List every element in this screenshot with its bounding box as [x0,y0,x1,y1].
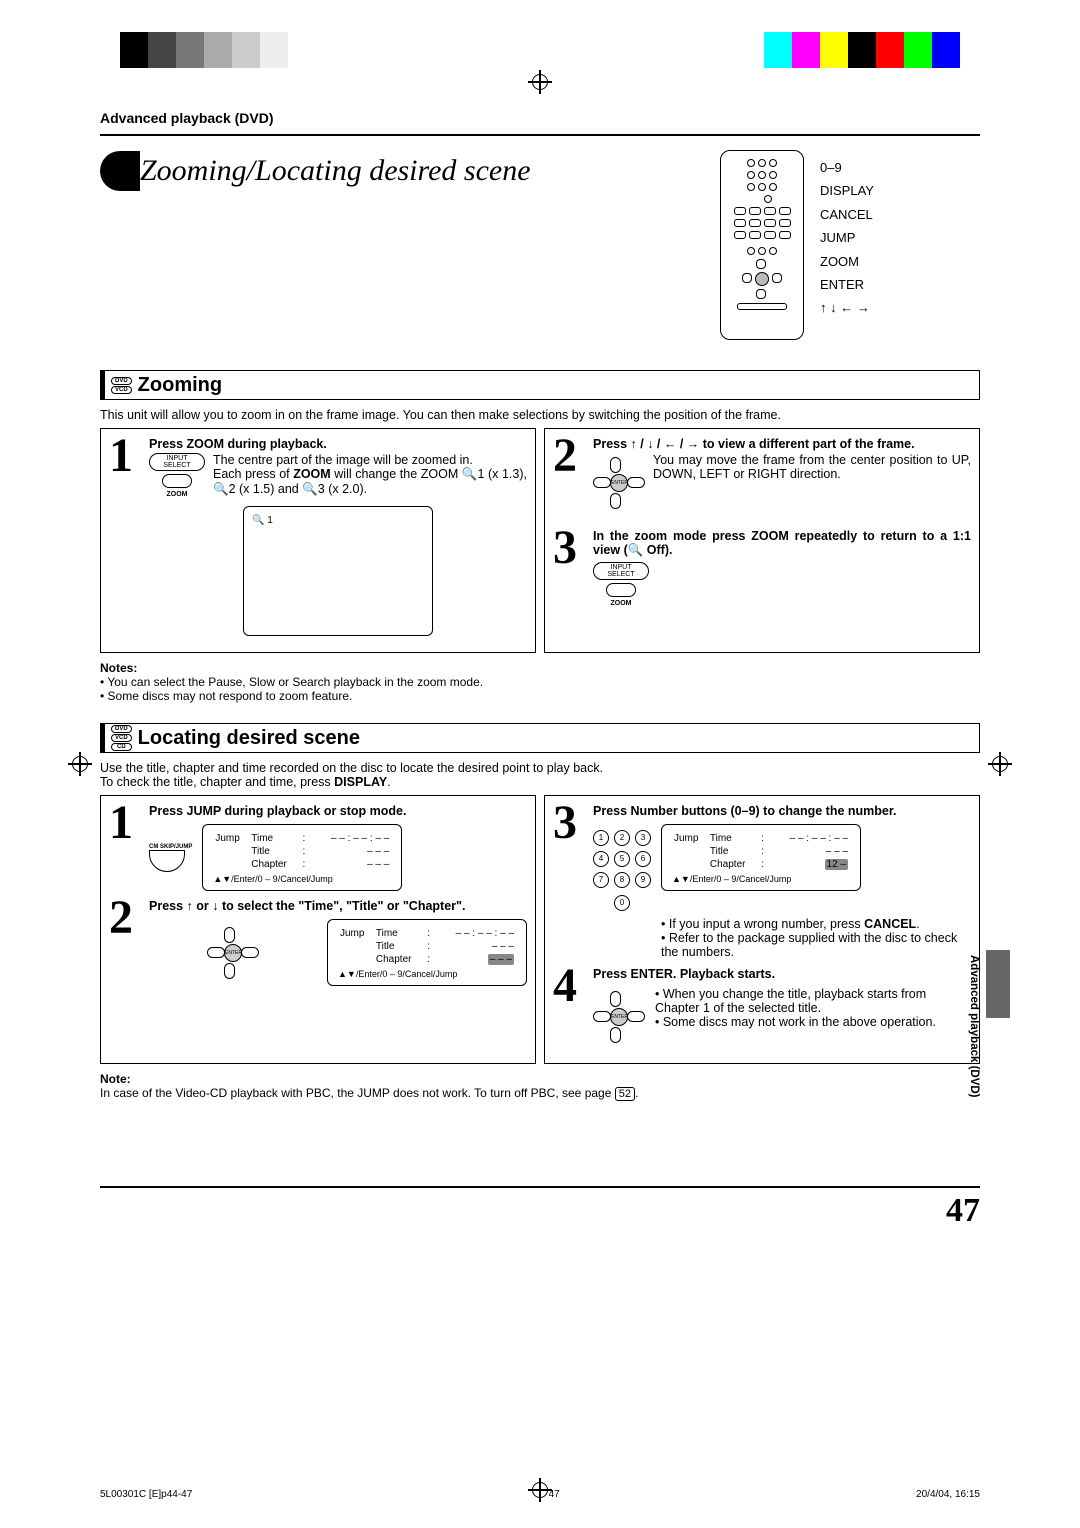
zooming-intro: This unit will allow you to zoom in on t… [100,408,980,422]
zooming-heading: Zooming [138,372,222,399]
section-zooming-header: DVD VCD Zooming [100,370,980,400]
side-section-label: Advanced playback (DVD) [968,955,980,1098]
locating-left-column: 1 Press JUMP during playback or stop mod… [100,795,536,1064]
page-content: Advanced playback (DVD) Zooming/Locating… [100,110,980,1100]
locating-heading: Locating desired scene [138,725,360,752]
footer-page: 47 [549,1489,560,1500]
footer: 5L00301C [E]p44-47 47 20/4/04, 16:15 [100,1489,980,1500]
locating-right-column: 3 Press Number buttons (0–9) to change t… [544,795,980,1064]
dpad-icon: ENTER [593,991,645,1043]
zoom-button-icon: INPUT SELECT ZOOM [593,562,649,607]
locating-intro: Use the title, chapter and time recorded… [100,761,980,789]
footer-timestamp: 20/4/04, 16:15 [916,1489,980,1500]
osd-display: JumpTime:– – : – – : – – Title:– – – Cha… [661,824,861,891]
registration-mark-top [528,70,552,94]
header-section-label: Advanced playback (DVD) [100,110,980,126]
locating-note: Note: In case of the Video-CD playback w… [100,1072,980,1100]
osd-display: JumpTime:– – : – – : – – Title:– – – Cha… [202,824,402,891]
page-title: Zooming/Locating desired scene [100,150,541,192]
dpad-icon: ENTER [593,457,645,509]
remote-icon [720,150,804,340]
osd-display: JumpTime:– – : – – : – – Title:– – – Cha… [327,919,527,986]
zoom-button-icon: INPUT SELECT ZOOM [149,453,205,498]
step-number-3: 3 [553,529,585,607]
zooming-left-column: 1 Press ZOOM during playback. INPUT SELE… [100,428,536,653]
step-number-2: 2 [109,899,141,986]
step-number-2: 2 [553,437,585,513]
zoom-screen-preview: 🔍 1 [243,506,433,636]
remote-diagram: 0–9 DISPLAY CANCEL JUMP ZOOM ENTER ↑ ↓ ←… [720,150,980,350]
dpad-icon: ENTER [207,927,259,979]
registration-mark-right [988,752,1012,776]
zooming-right-column: 2 Press ↑ / ↓ / ← / → to view a differen… [544,428,980,653]
remote-button-labels: 0–9 DISPLAY CANCEL JUMP ZOOM ENTER ↑ ↓ ←… [820,156,874,320]
header-rule [100,134,980,136]
step-number-1: 1 [109,437,141,636]
jump-button-icon: CM SKIP/JUMP [149,844,192,872]
side-tab-marker [986,950,1010,1018]
print-color-bars [0,32,1080,68]
number-pad-icon: 123 456 789 0 [593,824,651,911]
page-number: 47 [946,1192,980,1230]
footer-doc-id: 5L00301C [E]p44-47 [100,1489,192,1500]
step-number-3: 3 [553,804,585,959]
registration-mark-left [68,752,92,776]
section-locating-header: DVD VCD CD Locating desired scene [100,723,980,753]
step-number-1: 1 [109,804,141,891]
zooming-notes: Notes: • You can select the Pause, Slow … [100,661,980,703]
step-number-4: 4 [553,967,585,1047]
